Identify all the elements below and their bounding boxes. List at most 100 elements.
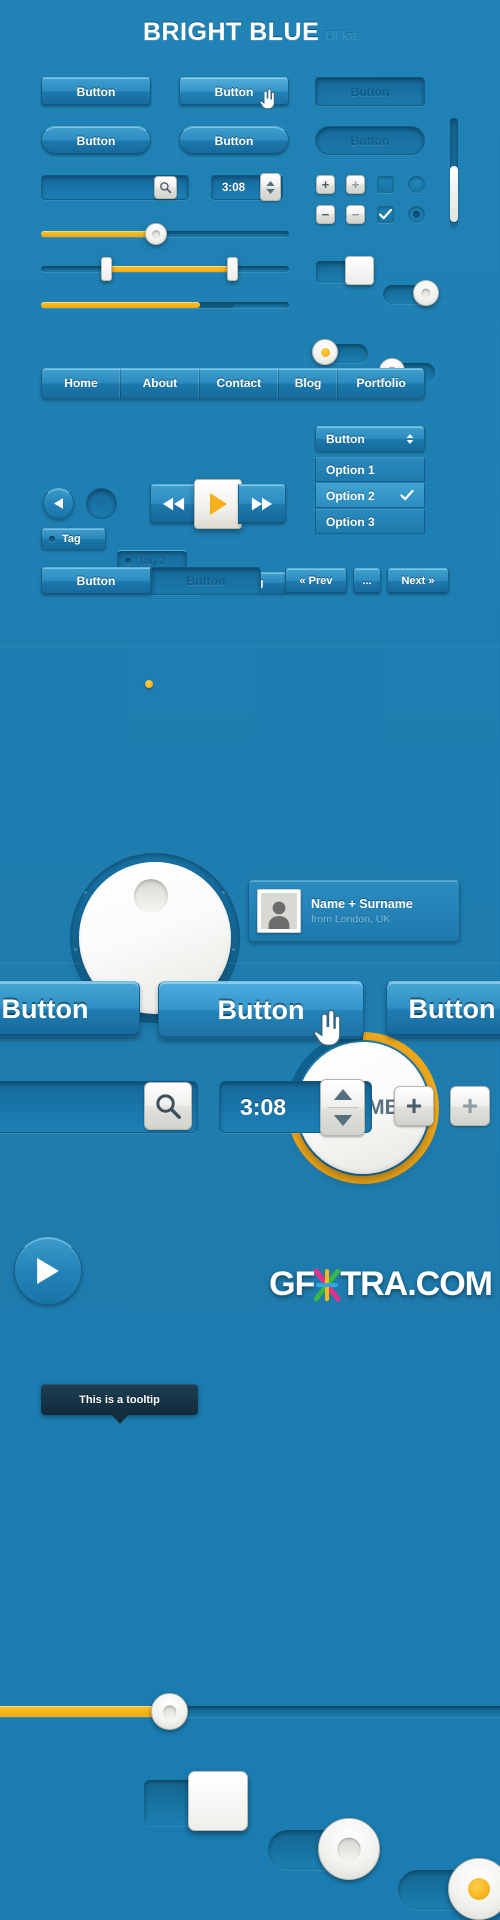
stepper-label: + <box>351 177 360 192</box>
play-button[interactable] <box>194 479 242 529</box>
nav-item-portfolio[interactable]: Portfolio <box>338 369 424 398</box>
user-avatar-icon <box>261 893 297 929</box>
toggle-square-on[interactable] <box>316 256 374 285</box>
slider-handle[interactable] <box>145 223 168 245</box>
dropdown-header[interactable]: Button <box>315 426 425 452</box>
slider-fill <box>41 231 153 237</box>
user-card[interactable]: Name + Surname from London, UK <box>248 880 460 942</box>
button-rect-2-hover[interactable]: Button <box>179 77 289 106</box>
zoomed-button-right[interactable]: Button <box>386 981 500 1037</box>
range-slider-handle-right[interactable] <box>227 257 238 281</box>
button-pill-3-pressed[interactable]: Button <box>315 126 425 155</box>
fast-forward-icon <box>251 497 273 511</box>
dropdown-option-1[interactable]: Option 1 <box>315 457 425 482</box>
range-slider-track[interactable] <box>41 257 289 281</box>
nav-item-blog[interactable]: Blog <box>279 369 339 398</box>
nav-item-about[interactable]: About <box>121 369 200 398</box>
section-divider-2 <box>0 963 500 964</box>
watermark-text-after: TRA.COM <box>340 1265 493 1303</box>
stepper-plus-1[interactable]: + <box>316 175 335 194</box>
segmented-button-pressed[interactable]: Button <box>151 567 261 595</box>
caret-up-icon[interactable] <box>333 1089 353 1100</box>
nav-item-contact[interactable]: Contact <box>200 369 279 398</box>
zoomed-toggle-knob-round[interactable] <box>318 1818 380 1880</box>
tag-1[interactable]: Tag <box>41 528 106 550</box>
zoomed-slider-fill <box>0 1706 167 1717</box>
checkbox-checked[interactable] <box>377 206 394 223</box>
toggle-round-on[interactable] <box>383 280 439 306</box>
next-circle-button[interactable] <box>86 488 117 519</box>
button-label: Button <box>214 133 254 148</box>
segmented-button-active[interactable]: Button <box>41 567 151 595</box>
section-divider <box>0 646 500 647</box>
button-pill-2[interactable]: Button <box>179 126 289 155</box>
dropdown-option-2-selected[interactable]: Option 2 <box>315 483 425 508</box>
range-slider-handle-left[interactable] <box>100 257 112 281</box>
button-rect-1[interactable]: Button <box>41 77 151 106</box>
toggle-knob-orange[interactable] <box>312 339 338 365</box>
zoomed-toggle-knob-square[interactable] <box>188 1771 248 1831</box>
user-card-location: from London, UK <box>311 913 391 925</box>
ui-kit-canvas: BRIGHT BLUE UI kit Button Button Button B… <box>0 0 500 1920</box>
zoomed-button-left[interactable]: Button <box>0 981 140 1037</box>
tag-label: Tag 2 <box>138 555 166 567</box>
zoomed-spinner-stepper[interactable] <box>320 1079 365 1136</box>
knob-marker-dot-icon <box>145 680 153 688</box>
caret-up-icon[interactable] <box>266 180 275 186</box>
segmented-label: Button <box>186 574 226 588</box>
zoomed-search-button[interactable] <box>144 1082 192 1130</box>
stepper-minus-1[interactable]: − <box>316 205 335 224</box>
stepper-label: + <box>321 177 330 192</box>
caret-down-icon[interactable] <box>266 188 275 194</box>
radio-unchecked[interactable] <box>408 176 425 193</box>
toggle-knob-round[interactable] <box>413 280 439 306</box>
button-label: Button <box>76 133 116 148</box>
pagination-next[interactable]: Next » <box>387 568 449 594</box>
person-silhouette-icon <box>268 901 290 929</box>
button-label: Button <box>76 84 116 99</box>
button-label: Button <box>1 993 89 1024</box>
prev-circle-button[interactable] <box>43 488 74 519</box>
play-icon <box>37 1258 59 1284</box>
zoomed-slider-track[interactable] <box>0 1693 500 1730</box>
zoomed-stepper-plus-1[interactable]: + <box>394 1086 434 1126</box>
stepper-minus-2-disabled[interactable]: − <box>346 205 365 224</box>
zoomed-slider-handle[interactable] <box>151 1693 189 1730</box>
zoomed-stepper-plus-2-disabled[interactable]: + <box>450 1086 490 1126</box>
navigation-bar: Home About Contact Blog Portfolio <box>41 368 425 399</box>
zoomed-toggle-knob-orange[interactable] <box>448 1858 500 1920</box>
button-label: Button <box>408 993 496 1024</box>
checkbox-unchecked[interactable] <box>377 176 394 193</box>
pagination-ellipsis[interactable]: ... <box>353 568 381 594</box>
pagination-prev[interactable]: « Prev <box>285 568 347 594</box>
pagination-label: « Prev <box>299 575 333 587</box>
vertical-scrollbar-thumb[interactable] <box>450 166 458 222</box>
caret-down-icon[interactable] <box>333 1115 353 1126</box>
zoomed-toggle-orange[interactable] <box>398 1858 500 1920</box>
dropdown-option-3[interactable]: Option 3 <box>315 509 425 534</box>
tag-label: Tag <box>62 533 81 545</box>
toggle-knob-square[interactable] <box>345 256 374 285</box>
user-card-name: Name + Surname <box>311 897 413 911</box>
button-rect-3-pressed[interactable]: Button <box>315 77 425 106</box>
rewind-button[interactable] <box>150 484 198 524</box>
vertical-scrollbar-track[interactable] <box>450 118 458 228</box>
knob-tick <box>84 891 87 894</box>
stepper-label: + <box>405 1090 423 1121</box>
search-button[interactable] <box>154 176 177 199</box>
zoomed-toggle-round[interactable] <box>268 1818 380 1880</box>
single-handle-slider-track[interactable] <box>41 223 289 245</box>
page-title-main: BRIGHT BLUE <box>142 18 320 46</box>
nav-item-home[interactable]: Home <box>42 369 121 398</box>
fast-forward-button[interactable] <box>238 484 286 524</box>
watermark-text-before: GF <box>269 1265 315 1303</box>
zoomed-play-circle-button[interactable] <box>14 1237 82 1305</box>
button-pill-1[interactable]: Button <box>41 126 151 155</box>
radio-checked[interactable] <box>408 206 425 223</box>
toggle-orange-off[interactable] <box>312 339 368 365</box>
button-label: Button <box>217 994 305 1025</box>
progress-slider-track[interactable] <box>41 302 289 308</box>
time-spinner-stepper[interactable] <box>260 173 281 201</box>
stepper-plus-2-disabled[interactable]: + <box>346 175 365 194</box>
zoomed-toggle-square[interactable] <box>144 1771 248 1831</box>
